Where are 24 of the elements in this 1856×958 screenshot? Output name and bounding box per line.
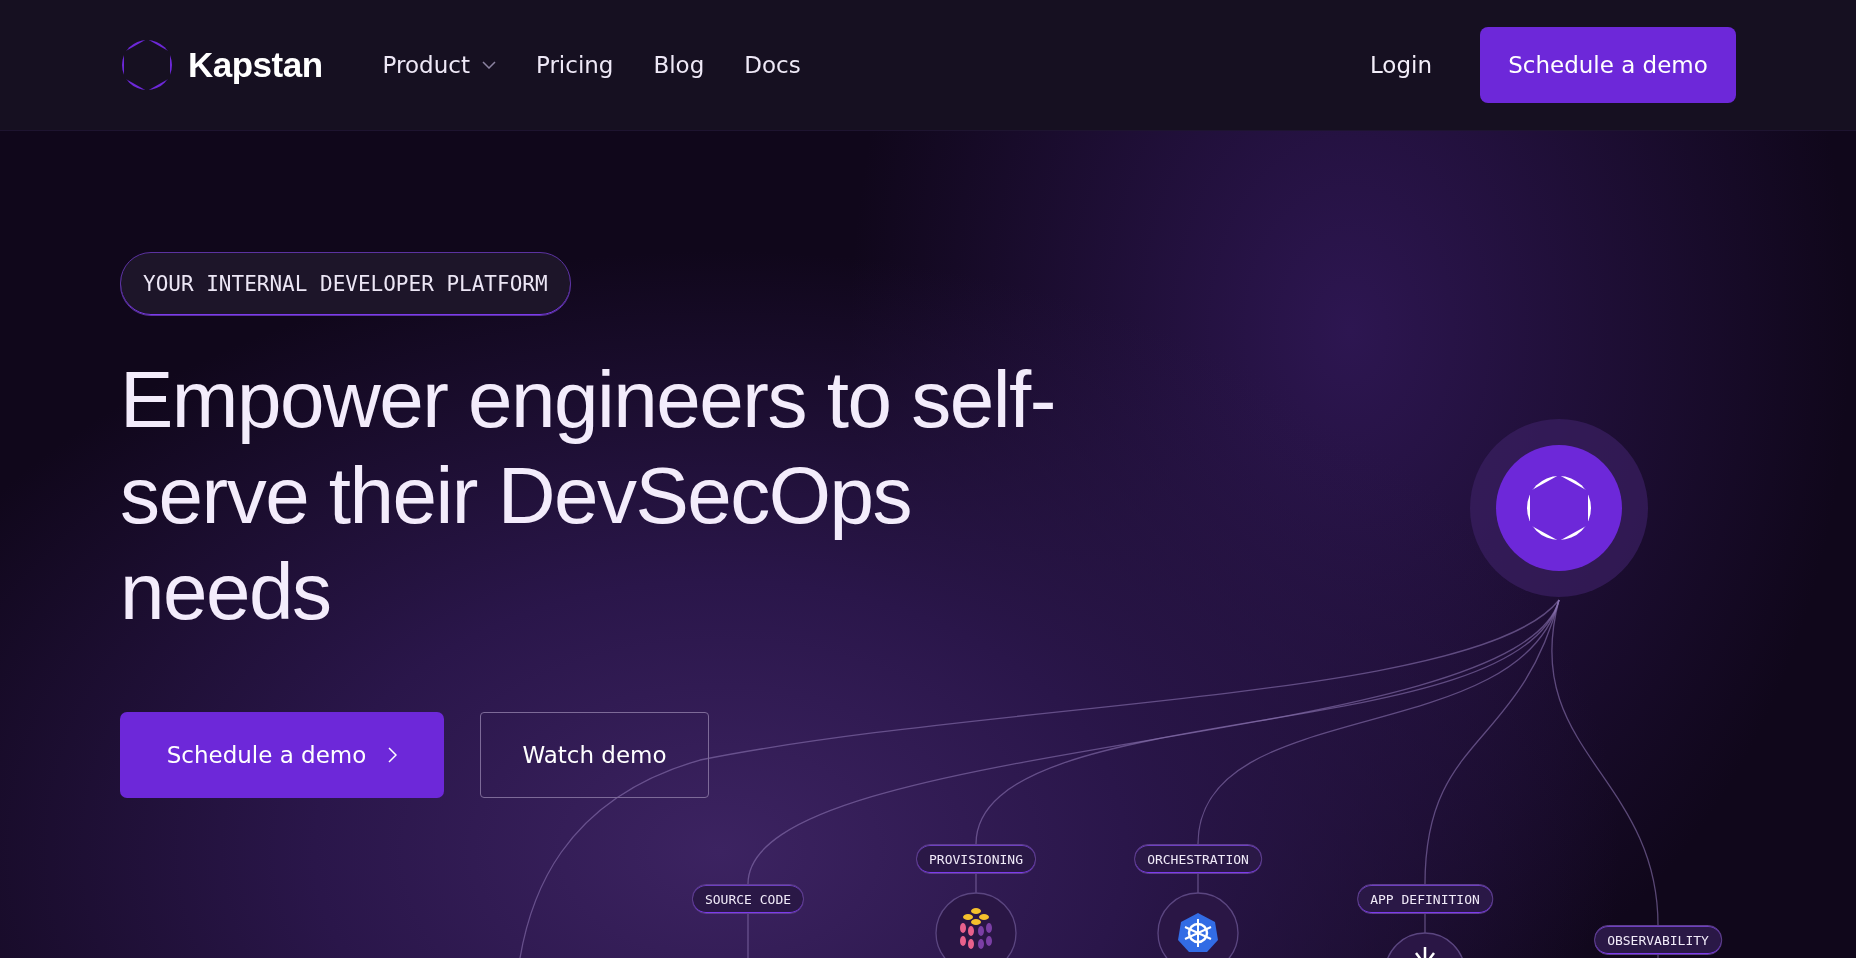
node-label: PROVISIONING bbox=[916, 844, 1036, 874]
hero-headline: Empower engineers to self-serve their DevSecOps needs bbox=[120, 354, 1056, 638]
chevron-right-icon bbox=[388, 747, 398, 763]
chevron-down-icon bbox=[481, 61, 496, 69]
node-label: ORCHESTRATION bbox=[1134, 844, 1262, 874]
nav-link[interactable]: Docs bbox=[744, 52, 801, 78]
eyebrow-badge: YOUR INTERNAL DEVELOPER PLATFORM bbox=[120, 252, 571, 316]
brand-name[interactable]: Kapstan bbox=[188, 45, 323, 85]
helm-wheel-icon bbox=[1178, 913, 1218, 952]
schedule-demo-button[interactable]: Schedule a demo bbox=[1480, 27, 1736, 103]
nav-link[interactable]: Product bbox=[382, 52, 496, 78]
node-label: OBSERVABILITY bbox=[1594, 925, 1722, 955]
node-label: APP DEFINITION bbox=[1357, 884, 1493, 914]
schedule-demo-button[interactable]: Schedule a demo bbox=[120, 712, 444, 798]
cubes-icon bbox=[960, 908, 992, 949]
connector-line bbox=[1657, 954, 1659, 958]
nav-link[interactable]: Pricing bbox=[535, 52, 614, 78]
watch-demo-button[interactable]: Watch demo bbox=[480, 712, 709, 798]
sparkle-icon bbox=[1414, 945, 1436, 958]
hub-logo-icon bbox=[1527, 475, 1591, 541]
login-link[interactable]: Login bbox=[1369, 52, 1432, 78]
node-label: SOURCE CODE bbox=[691, 884, 805, 914]
logo-icon[interactable] bbox=[120, 38, 174, 92]
nav-link[interactable]: Blog bbox=[653, 52, 705, 78]
